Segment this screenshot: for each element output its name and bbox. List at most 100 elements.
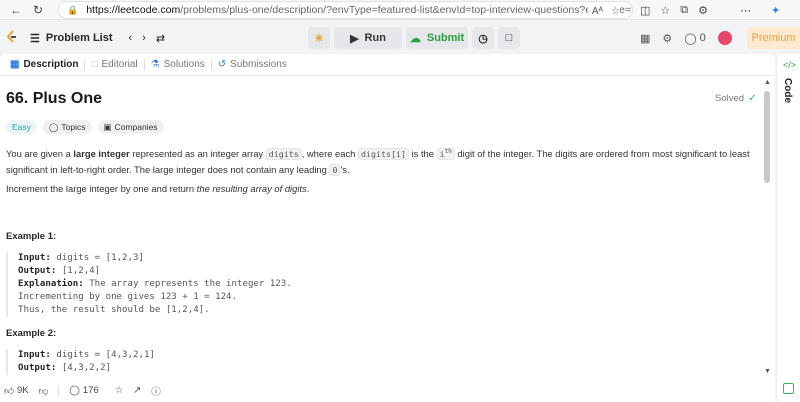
label: Explanation:	[18, 279, 84, 289]
scrollbar-thumb[interactable]	[764, 91, 770, 183]
dislike-button[interactable]: 👎︎	[39, 385, 49, 397]
run-button[interactable]: ▶ Run	[334, 27, 402, 49]
refresh-icon[interactable]: ↻	[28, 0, 48, 20]
next-problem-icon[interactable]: ›	[142, 32, 146, 44]
help-icon[interactable]: ⓘ	[151, 384, 161, 398]
tab-description-label: Description	[23, 59, 79, 70]
difficulty-badge[interactable]: Easy	[6, 120, 37, 134]
play-icon: ▶	[350, 32, 359, 45]
text-italic: the resulting array of digits	[196, 183, 307, 194]
label: Output:	[18, 266, 57, 276]
testcase-icon[interactable]	[783, 383, 794, 394]
topics-badge[interactable]: ◯ Topics	[42, 120, 92, 134]
split-screen-icon[interactable]: ◫	[640, 4, 650, 17]
extensions-icon[interactable]: ⚙	[698, 4, 708, 17]
footer-divider	[58, 385, 60, 396]
code-rail[interactable]: </> Code	[776, 54, 800, 402]
example-output: [1,2,4]	[61, 266, 101, 276]
copilot-icon[interactable]: ✦	[771, 4, 780, 17]
example-2-block: Input: digits = [4,3,2,1] Output: [4,3,2…	[6, 349, 756, 375]
cloud-upload-icon: ☁	[409, 32, 421, 45]
example-output: [4,3,2,2]	[61, 363, 112, 373]
book-icon: □	[91, 59, 98, 70]
example-input: digits = [4,3,2,1]	[56, 350, 155, 360]
inline-code: 0	[329, 163, 341, 176]
text: .	[306, 183, 310, 194]
example-input: digits = [1,2,3]	[56, 253, 144, 263]
prev-problem-icon[interactable]: ‹	[129, 32, 133, 44]
leetcode-nav: ☰ Problem List ‹ › ⇄ ☀ ▶ Run ☁ Submit ◷ …	[0, 22, 800, 54]
description-panel: ▦ Description □ Editorial ⚗ Solutions ↺ …	[0, 54, 775, 402]
panel-tabs: ▦ Description □ Editorial ⚗ Solutions ↺ …	[0, 54, 775, 76]
submit-label: Submit	[426, 32, 465, 44]
favorite-star-icon[interactable]: ☆	[611, 6, 620, 17]
like-button[interactable]: 👍︎ 9K	[4, 385, 29, 397]
read-aloud-icon[interactable]: Aᴬ	[592, 6, 603, 17]
text: 's.	[340, 163, 350, 175]
more-menu-icon[interactable]: ⋯	[740, 4, 751, 17]
streak-counter[interactable]: ◯ 0	[684, 32, 705, 45]
tab-solutions[interactable]: ⚗ Solutions	[145, 59, 211, 70]
tab-editorial-label: Editorial	[101, 59, 138, 70]
submit-button[interactable]: ☁ Submit	[406, 27, 468, 49]
debug-button[interactable]: ☀	[308, 27, 330, 49]
back-icon[interactable]: ←	[6, 0, 26, 20]
comment-icon: ◯	[69, 385, 80, 396]
inline-code: ith	[436, 147, 455, 160]
text: Increment the large integer by one and r…	[6, 183, 197, 194]
avatar[interactable]	[717, 31, 732, 45]
companies-label: Companies	[114, 122, 158, 132]
streak-count: 0	[699, 32, 706, 44]
description-icon: ▦	[10, 59, 20, 70]
url-path: /problems/plus-one/description/?envType=…	[180, 4, 633, 16]
timer-button[interactable]: ◷	[472, 27, 494, 49]
tab-submissions[interactable]: ↺ Submissions	[212, 59, 293, 70]
layout-grid-icon[interactable]: ▦	[640, 32, 650, 45]
solved-status: Solved ✓	[715, 93, 756, 104]
collections-icon[interactable]: ⧉	[680, 4, 688, 17]
comments-button[interactable]: ◯ 176	[69, 385, 99, 396]
like-count: 9K	[16, 385, 29, 396]
bug-icon: ☀	[314, 32, 324, 45]
label: Input:	[18, 350, 51, 360]
tag-icon: ◯	[48, 121, 59, 132]
notes-button[interactable]: □	[498, 27, 520, 49]
lock-icon: 🔒	[67, 4, 79, 15]
inline-code: digits	[265, 147, 302, 160]
problem-content: 66. Plus One Solved ✓ Easy ◯ Topics ▣ Co…	[0, 77, 762, 382]
favorites-icon[interactable]: ☆	[660, 4, 670, 17]
run-label: Run	[364, 32, 386, 44]
problem-statement-p1: You are given a large integer represente…	[6, 144, 756, 178]
example-1-block: Input: digits = [1,2,3] Output: [1,2,4] …	[6, 252, 756, 317]
explanation-line: Thus, the result should be [1,2,4].	[18, 305, 210, 315]
problem-footer: 👍︎ 9K 👎︎ ◯ 176 ☆ ↗ ⓘ	[0, 379, 762, 402]
lock-icon: ▣	[103, 121, 112, 132]
address-bar[interactable]: 🔒 https://leetcode.com/problems/plus-one…	[58, 1, 633, 19]
scroll-up-icon[interactable]: ▲	[764, 79, 771, 86]
thumbs-up-icon: 👍︎	[4, 385, 14, 397]
shuffle-icon[interactable]: ⇄	[156, 32, 165, 45]
settings-gear-icon[interactable]: ⚙	[662, 32, 672, 45]
problem-list-button[interactable]: ☰ Problem List	[30, 32, 113, 45]
problem-badges: Easy ◯ Topics ▣ Companies	[6, 120, 164, 134]
text-bold: large integer	[73, 147, 130, 159]
alarm-icon: ◷	[478, 32, 488, 45]
companies-badge[interactable]: ▣ Companies	[97, 120, 164, 134]
url-domain: https://leetcode.com	[86, 4, 181, 16]
tab-solutions-label: Solutions	[163, 59, 205, 70]
text: is the	[408, 147, 437, 159]
solved-label: Solved	[715, 93, 745, 104]
share-icon[interactable]: ↗	[133, 385, 141, 396]
premium-button[interactable]: Premium	[747, 27, 800, 49]
thumbs-down-icon: 👎︎	[38, 385, 49, 397]
scroll-down-icon[interactable]: ▼	[764, 368, 771, 375]
example-1-title: Example 1:	[6, 231, 57, 242]
code-rail-label: Code	[782, 78, 793, 103]
tab-description[interactable]: ▦ Description	[4, 59, 84, 70]
leetcode-logo-icon[interactable]	[6, 30, 18, 44]
example-2-title: Example 2:	[6, 328, 57, 339]
comment-count: 176	[82, 385, 99, 396]
browser-toolbar: ← ↻ 🔒 https://leetcode.com/problems/plus…	[0, 0, 800, 20]
tab-editorial[interactable]: □ Editorial	[85, 59, 143, 70]
star-icon[interactable]: ☆	[115, 385, 124, 396]
